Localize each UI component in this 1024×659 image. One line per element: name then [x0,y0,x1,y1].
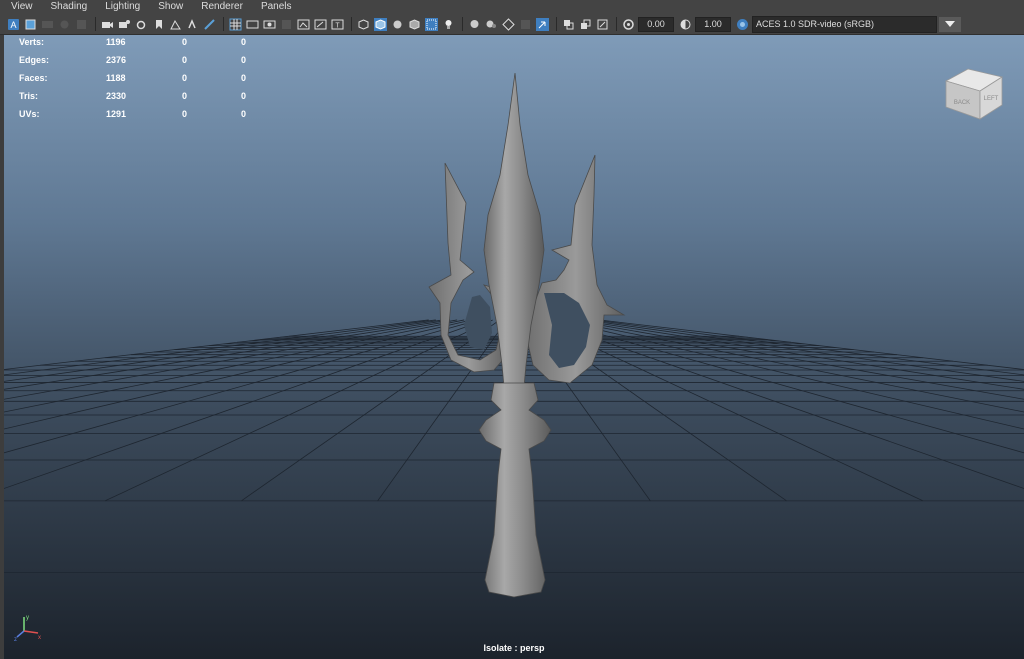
2d-pan-zoom-button[interactable] [74,17,89,32]
toolbar-separator [556,17,557,31]
color-management-icon[interactable] [735,17,750,32]
maya-viewport-app: View Shading Lighting Show Renderer Pane… [0,0,1024,659]
stat-sel2: 0 [241,55,247,65]
stat-row: Edges: 2376 0 0 [19,53,259,71]
stat-label: UVs: [19,109,40,119]
stat-sel2: 0 [241,91,247,101]
stat-label: Tris: [19,91,39,101]
antialias-icon[interactable] [518,17,533,32]
trident-model[interactable] [4,35,1024,659]
isolate-select-icon[interactable] [535,17,550,32]
gamma-icon[interactable] [678,17,693,32]
stat-sel2: 0 [241,37,247,47]
svg-text:T: T [335,22,340,29]
stat-sel: 0 [182,55,188,65]
grid-icon[interactable] [228,17,243,32]
stat-label: Faces: [19,73,48,83]
camera-name-label: Isolate : persp [483,643,545,653]
bookmark-button[interactable] [40,17,55,32]
viewcube-back-label[interactable]: BACK [954,100,970,106]
motion-blur-icon[interactable] [501,17,516,32]
safe-action-icon[interactable] [313,17,328,32]
pencil-icon[interactable] [202,17,217,32]
stat-value: 1196 [106,37,126,47]
film-gate-icon[interactable] [134,17,149,32]
menu-show[interactable]: Show [147,0,190,14]
stat-label: Edges: [19,55,50,65]
axis-x-label: x [38,635,41,641]
stat-value: 2330 [106,91,127,101]
xray-components-icon[interactable] [578,17,593,32]
smooth-shade-icon[interactable] [373,17,388,32]
panel-toolbar: A T 0.00 1.00 ACES 1.0 SDR-video (sRGB) [0,14,1024,35]
axis-z-label: z [14,637,17,641]
field-chart-icon[interactable] [296,17,311,32]
xray-icon[interactable] [424,17,439,32]
bookmark-flag-icon[interactable] [151,17,166,32]
snap-icon[interactable] [185,17,200,32]
toolbar-separator [616,17,617,31]
safe-title-icon[interactable]: T [330,17,345,32]
film-gate-toggle-icon[interactable] [245,17,260,32]
exposure-field[interactable]: 0.00 [638,16,674,32]
default-material-icon[interactable] [390,17,405,32]
ambient-occlusion-icon[interactable] [484,17,499,32]
camera-icon[interactable] [100,17,115,32]
xray-joints-icon[interactable] [561,17,576,32]
resolution-gate-icon[interactable] [262,17,277,32]
textured-icon[interactable] [407,17,422,32]
select-camera-button[interactable]: A [6,17,21,32]
viewcube-widget[interactable]: BACK LEFT [940,63,1006,123]
stat-sel: 0 [182,37,188,47]
stat-sel: 0 [182,109,188,119]
image-plane-button[interactable] [57,17,72,32]
toolbar-separator [462,17,463,31]
stat-row: Faces: 1188 0 0 [19,71,259,89]
lights-icon[interactable] [441,17,456,32]
wireframe-icon[interactable] [356,17,371,32]
stat-value: 2376 [106,55,127,65]
gate-mask-icon[interactable] [279,17,294,32]
grease-pencil-icon[interactable] [117,17,132,32]
toolbar-separator [95,17,96,31]
stat-sel2: 0 [241,73,247,83]
stat-row: Tris: 2330 0 0 [19,89,259,107]
menu-lighting[interactable]: Lighting [94,0,147,14]
viewcube-left-label[interactable]: LEFT [984,96,999,102]
menu-shading[interactable]: Shading [40,0,95,14]
exposure-icon[interactable] [621,17,636,32]
view-transform-dropdown[interactable]: ACES 1.0 SDR-video (sRGB) [752,15,937,33]
toolbar-separator [223,17,224,31]
stat-value: 1188 [106,73,126,83]
stat-sel: 0 [182,91,188,101]
axis-indicator-icon: y x z [14,615,41,641]
view-transform-chevron-down-icon[interactable] [939,16,961,32]
shadows-icon[interactable] [467,17,482,32]
gamma-field[interactable]: 1.00 [695,16,731,32]
svg-text:A: A [10,20,16,30]
persp-viewport[interactable]: Verts: 1196 0 0 Edges: 2376 0 0 Faces: 1188 0 0 Tris… [4,35,1024,659]
stat-sel: 0 [182,73,188,83]
stat-row: UVs: 1291 0 0 [19,107,259,125]
camera-attributes-button[interactable] [23,17,38,32]
axis-y-label: y [26,615,29,621]
toolbar-separator [351,17,352,31]
backface-icon[interactable] [595,17,610,32]
menu-view[interactable]: View [0,0,40,14]
menu-panels[interactable]: Panels [250,0,299,14]
stat-sel2: 0 [241,109,247,119]
panel-menubar: View Shading Lighting Show Renderer Pane… [0,0,1024,14]
stat-row: Verts: 1196 0 0 [19,35,259,53]
stat-label: Verts: [19,37,45,47]
stat-value: 1291 [106,109,127,119]
grid-toggle-icon[interactable] [168,17,183,32]
menu-renderer[interactable]: Renderer [190,0,250,14]
